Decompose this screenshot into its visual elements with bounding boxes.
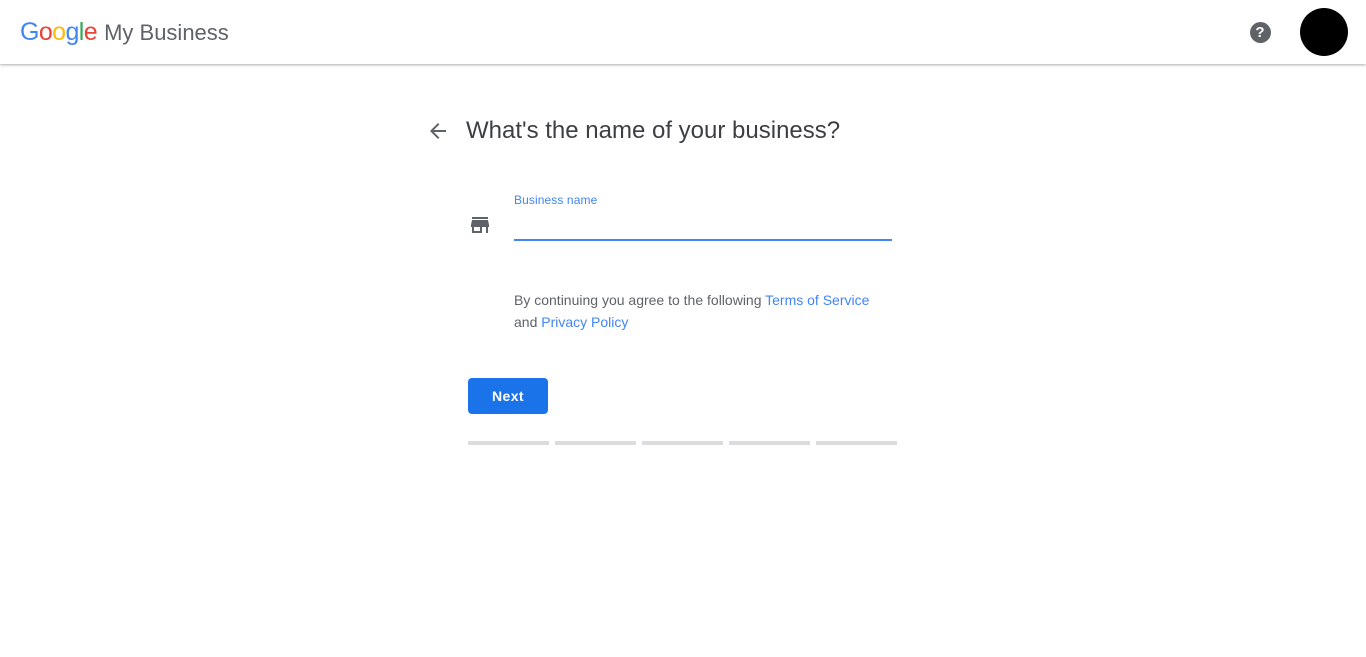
logo-letter-o1: o xyxy=(38,17,53,46)
terms-conjunction: and xyxy=(514,314,542,330)
help-icon: ? xyxy=(1249,21,1271,43)
privacy-policy-link[interactable]: Privacy Policy xyxy=(541,314,628,330)
onboarding-form: What's the name of your business? Busine… xyxy=(426,114,946,445)
terms-prefix: By continuing you agree to the following xyxy=(514,292,766,308)
main-content: What's the name of your business? Busine… xyxy=(0,64,1366,657)
progress-segment-3 xyxy=(642,441,723,445)
back-arrow-icon[interactable] xyxy=(426,119,450,143)
business-name-field: Business name xyxy=(514,193,892,241)
terms-text: By continuing you agree to the following… xyxy=(514,289,874,333)
business-name-field-row: Business name xyxy=(468,193,946,241)
logo-letter-o2: o xyxy=(52,17,66,46)
progress-indicator xyxy=(468,441,897,445)
storefront-icon xyxy=(468,213,492,237)
next-button[interactable]: Next xyxy=(468,378,548,414)
progress-segment-2 xyxy=(555,441,636,445)
progress-segment-5 xyxy=(816,441,897,445)
avatar[interactable] xyxy=(1300,8,1348,56)
brand-suffix-label: My Business xyxy=(104,19,229,45)
google-wordmark: Google xyxy=(20,17,98,47)
terms-of-service-link[interactable]: Terms of Service xyxy=(765,292,869,308)
title-row: What's the name of your business? xyxy=(426,114,946,148)
app-header: Google My Business ? xyxy=(0,0,1366,64)
business-name-input[interactable] xyxy=(514,215,892,241)
page-title: What's the name of your business? xyxy=(466,117,841,144)
logo-letter-e: e xyxy=(83,17,98,46)
logo-letter-g1: G xyxy=(20,17,39,46)
logo-letter-g2: g xyxy=(65,17,79,46)
progress-segment-4 xyxy=(729,441,810,445)
brand-logo[interactable]: Google My Business xyxy=(20,18,229,47)
progress-segment-1 xyxy=(468,441,549,445)
header-actions: ? xyxy=(1240,8,1354,56)
help-button[interactable]: ? xyxy=(1240,12,1280,52)
business-name-label: Business name xyxy=(514,193,598,207)
